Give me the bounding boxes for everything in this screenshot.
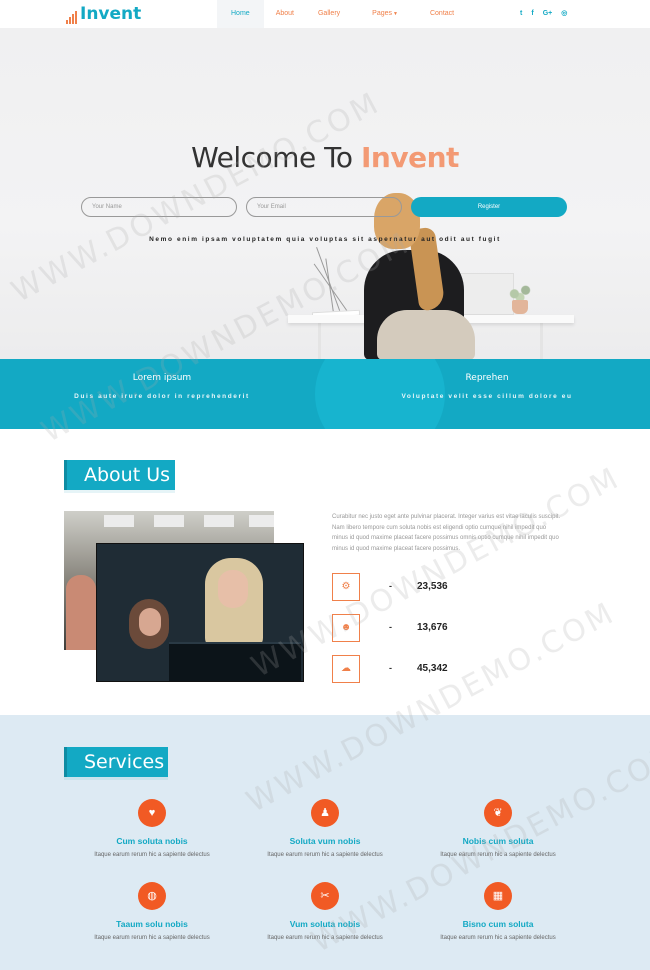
hero-subtitle: Nemo enim ipsam voluptatem quia voluptas… — [149, 236, 501, 243]
stat-item: ☁ - 45,342 — [332, 655, 572, 683]
plant-stem — [325, 258, 334, 314]
nav-gallery[interactable]: Gallery — [306, 0, 352, 28]
stat-item: ⚙ - 23,536 — [332, 573, 572, 601]
stat-item: ☻ - 13,676 — [332, 614, 572, 642]
nav-about[interactable]: About — [264, 0, 306, 28]
gears-icon: ⚙ — [332, 573, 360, 601]
hero-title: Welcome To Invent — [0, 141, 650, 174]
band-right-title: Reprehen — [465, 373, 509, 383]
name-input[interactable]: Your Name — [81, 197, 237, 217]
stat-dash: - — [389, 663, 392, 673]
service-item[interactable]: ✂ Vum soluta nobis Itaque earum rerum hi… — [240, 882, 410, 941]
facebook-icon[interactable]: f — [531, 9, 533, 18]
hero-title-prefix: Welcome To — [191, 141, 361, 174]
monitor-image — [169, 642, 301, 681]
chair-image — [377, 310, 475, 359]
nav-pages-label: Pages — [372, 10, 393, 17]
email-input[interactable]: Your Email — [246, 197, 402, 217]
service-description: Itaque earum rerum hic a sapiente delect… — [267, 935, 383, 941]
nav-pages[interactable]: Pages▼ — [352, 0, 410, 28]
service-item[interactable]: ▦ Bisno cum soluta Itaque earum rerum hi… — [413, 882, 583, 941]
stat-value: 13,676 — [417, 622, 448, 633]
service-name: Soluta vum nobis — [289, 836, 361, 846]
person-face — [139, 608, 161, 636]
stat-dash: - — [389, 622, 392, 632]
stat-value: 23,536 — [417, 581, 448, 592]
service-name: Vum soluta nobis — [289, 919, 361, 929]
band-left-text: Duis aute irure dolor in reprehenderit — [74, 393, 250, 400]
register-button[interactable]: Register — [411, 197, 567, 217]
top-navbar: Invent Home About Gallery Pages▼ Contact… — [0, 0, 650, 28]
band-right-text: Voluptate velit esse cillum dolore eu — [401, 393, 573, 400]
nav-contact[interactable]: Contact — [410, 0, 466, 28]
dribbble-icon[interactable]: ◎ — [561, 9, 567, 18]
ceiling-light — [104, 515, 134, 527]
users-icon: ☻ — [332, 614, 360, 642]
stat-value: 45,342 — [417, 663, 448, 674]
service-description: Itaque earum rerum hic a sapiente delect… — [94, 852, 210, 858]
team-photo — [96, 543, 304, 682]
service-item[interactable]: ♟ Soluta vum nobis Itaque earum rerum hi… — [240, 799, 410, 858]
service-item[interactable]: ♥ Cum soluta nobis Itaque earum rerum hi… — [67, 799, 237, 858]
caret-down-icon: ▼ — [393, 11, 398, 17]
hero-title-accent: Invent — [360, 141, 459, 174]
pot-image — [512, 300, 528, 314]
feature-band: Lorem ipsum Duis aute irure dolor in rep… — [0, 359, 650, 429]
main-menu: Home About Gallery Pages▼ Contact — [217, 0, 466, 28]
hero-section: Welcome To Invent Your Name Your Email R… — [0, 28, 650, 359]
band-left: Lorem ipsum Duis aute irure dolor in rep… — [52, 359, 272, 403]
brand-logo[interactable]: Invent — [66, 4, 141, 24]
band-left-title: Lorem ipsum — [132, 373, 192, 383]
services-title: Services — [64, 747, 168, 780]
stat-dash: - — [389, 581, 392, 591]
service-description: Itaque earum rerum hic a sapiente delect… — [440, 852, 556, 858]
desk-leg — [318, 323, 321, 359]
leaf-icon: ❦ — [484, 799, 512, 827]
service-name: Cum soluta nobis — [116, 836, 188, 846]
band-right: Reprehen Voluptate velit esse cillum dol… — [377, 359, 597, 403]
about-title: About Us — [64, 460, 175, 493]
about-paragraph: Curabitur nec justo eget ante pulvinar p… — [332, 514, 561, 552]
cutlery-icon: ✂ — [311, 882, 339, 910]
service-name: Nobis cum soluta — [462, 836, 534, 846]
globe-icon: ◍ — [138, 882, 166, 910]
person-face — [218, 570, 248, 608]
service-name: Taaum solu nobis — [116, 919, 188, 929]
service-description: Itaque earum rerum hic a sapiente delect… — [440, 935, 556, 941]
google-plus-icon[interactable]: G+ — [543, 9, 553, 18]
desk-leg — [540, 323, 543, 359]
service-name: Bisno cum soluta — [462, 919, 534, 929]
person-figure — [66, 575, 96, 650]
service-item[interactable]: ❦ Nobis cum soluta Itaque earum rerum hi… — [413, 799, 583, 858]
service-description: Itaque earum rerum hic a sapiente delect… — [94, 935, 210, 941]
twitter-icon[interactable]: t — [520, 9, 522, 18]
nav-home[interactable]: Home — [217, 0, 264, 28]
ceiling-light — [154, 515, 184, 527]
bar-chart-icon — [66, 10, 77, 24]
ceiling-light — [249, 515, 274, 527]
user-icon: ♟ — [311, 799, 339, 827]
grid-icon: ▦ — [484, 882, 512, 910]
brand-name: Invent — [80, 4, 142, 24]
plant-image — [506, 283, 534, 301]
social-links: t f G+ ◎ — [520, 9, 567, 18]
heart-icon: ♥ — [138, 799, 166, 827]
cloud-icon: ☁ — [332, 655, 360, 683]
service-item[interactable]: ◍ Taaum solu nobis Itaque earum rerum hi… — [67, 882, 237, 941]
ceiling-light — [204, 515, 234, 527]
service-description: Itaque earum rerum hic a sapiente delect… — [267, 852, 383, 858]
